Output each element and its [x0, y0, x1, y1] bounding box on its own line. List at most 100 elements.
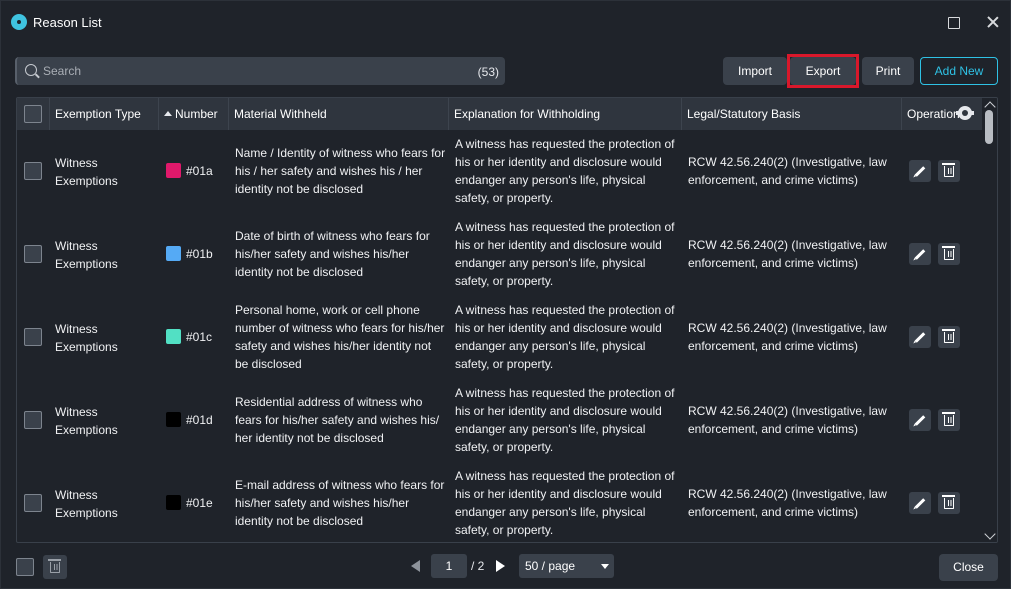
- row-checkbox[interactable]: [24, 162, 42, 180]
- add-new-button[interactable]: Add New: [920, 57, 998, 85]
- header-operation-label: Operation: [907, 107, 960, 121]
- vertical-scrollbar[interactable]: [982, 98, 997, 542]
- color-swatch: [166, 495, 181, 510]
- material-withheld-cell: Residential address of witness who fears…: [235, 395, 440, 445]
- table-row[interactable]: Witness Exemptions #01e E-mail address of …: [17, 462, 982, 542]
- edit-button[interactable]: [909, 326, 931, 348]
- edit-button[interactable]: [909, 160, 931, 182]
- explanation-cell: A witness has requested the protection o…: [455, 137, 675, 205]
- select-all-checkbox[interactable]: [24, 105, 42, 123]
- scroll-thumb[interactable]: [985, 110, 993, 144]
- material-withheld-cell: E-mail address of witness who fears for …: [235, 478, 445, 528]
- reason-table: Exemption Type Number Material Withheld …: [16, 97, 998, 543]
- number-cell: #01a: [186, 164, 213, 178]
- edit-icon: [914, 498, 926, 509]
- header-select-cell: [17, 98, 50, 130]
- bulk-delete-button[interactable]: [43, 555, 67, 579]
- number-cell: #01b: [186, 247, 213, 261]
- material-withheld-cell: Date of birth of witness who fears for h…: [235, 229, 430, 279]
- next-page-icon[interactable]: [496, 560, 505, 572]
- header-material-withheld[interactable]: Material Withheld: [229, 98, 449, 130]
- edit-button[interactable]: [909, 492, 931, 514]
- table-row[interactable]: Witness Exemptions #01a Name / Identity of…: [17, 130, 982, 213]
- delete-button[interactable]: [938, 326, 960, 348]
- header-exemption-type[interactable]: Exemption Type: [50, 98, 159, 130]
- material-withheld-cell: Personal home, work or cell phone number…: [235, 303, 445, 371]
- table-header: Exemption Type Number Material Withheld …: [17, 98, 982, 130]
- trash-icon: [942, 163, 955, 177]
- edit-icon: [914, 332, 926, 343]
- exemption-type-cell: Witness Exemptions: [55, 156, 118, 188]
- scroll-down-icon[interactable]: [984, 528, 996, 540]
- search-input[interactable]: [43, 57, 463, 85]
- legal-basis-cell: RCW 42.56.240(2) (Investigative, law enf…: [688, 155, 887, 187]
- app-logo-icon: [11, 14, 27, 30]
- reason-list-window: Reason List (53) Import Export Print Add…: [0, 0, 1011, 589]
- header-exemption-type-label: Exemption Type: [55, 107, 141, 121]
- sort-up-icon: [164, 111, 172, 116]
- trash-icon: [942, 329, 955, 343]
- page-size-value: 50 / page: [525, 559, 576, 573]
- legal-basis-cell: RCW 42.56.240(2) (Investigative, law enf…: [688, 321, 887, 353]
- header-number[interactable]: Number: [159, 98, 229, 130]
- page-size-select[interactable]: 50 / page: [519, 554, 614, 578]
- delete-button[interactable]: [938, 243, 960, 265]
- explanation-cell: A witness has requested the protection o…: [455, 469, 675, 537]
- exemption-type-cell: Witness Exemptions: [55, 488, 118, 520]
- table-row[interactable]: Witness Exemptions #01d Residential addres…: [17, 379, 982, 462]
- header-legal-basis[interactable]: Legal/Statutory Basis: [682, 98, 902, 130]
- edit-button[interactable]: [909, 243, 931, 265]
- explanation-cell: A witness has requested the protection o…: [455, 386, 675, 454]
- edit-icon: [914, 249, 926, 260]
- delete-button[interactable]: [938, 160, 960, 182]
- legal-basis-cell: RCW 42.56.240(2) (Investigative, law enf…: [688, 238, 887, 270]
- prev-page-icon[interactable]: [411, 560, 420, 572]
- header-number-label: Number: [175, 107, 218, 121]
- number-cell: #01d: [186, 413, 213, 427]
- close-icon[interactable]: [984, 13, 1002, 31]
- trash-icon: [942, 412, 955, 426]
- table-row[interactable]: Witness Exemptions #01b Date of birth of w…: [17, 213, 982, 296]
- number-cell: #01c: [186, 330, 213, 344]
- delete-button[interactable]: [938, 492, 960, 514]
- import-button[interactable]: Import: [723, 57, 787, 85]
- edit-icon: [914, 415, 926, 426]
- table-row[interactable]: Witness Exemptions #01c Personal home, wor…: [17, 296, 982, 379]
- color-swatch: [166, 329, 181, 344]
- color-swatch: [166, 163, 181, 178]
- header-explanation[interactable]: Explanation for Withholding: [449, 98, 682, 130]
- search-icon: [25, 64, 37, 76]
- row-checkbox[interactable]: [24, 328, 42, 346]
- header-legal-label: Legal/Statutory Basis: [687, 107, 801, 121]
- maximize-icon[interactable]: [944, 13, 962, 31]
- row-checkbox[interactable]: [24, 411, 42, 429]
- legal-basis-cell: RCW 42.56.240(2) (Investigative, law enf…: [688, 404, 887, 436]
- trash-icon: [942, 495, 955, 509]
- footer-select-checkbox[interactable]: [16, 558, 34, 576]
- row-checkbox[interactable]: [24, 494, 42, 512]
- exemption-type-cell: Witness Exemptions: [55, 405, 118, 437]
- row-checkbox[interactable]: [24, 245, 42, 263]
- explanation-cell: A witness has requested the protection o…: [455, 303, 675, 371]
- gear-icon[interactable]: [956, 106, 974, 120]
- exemption-type-cell: Witness Exemptions: [55, 239, 118, 271]
- title-bar: Reason List: [1, 1, 1011, 43]
- legal-basis-cell: RCW 42.56.240(2) (Investigative, law enf…: [688, 487, 887, 519]
- color-swatch: [166, 412, 181, 427]
- number-cell: #01e: [186, 496, 213, 510]
- delete-button[interactable]: [938, 409, 960, 431]
- close-button[interactable]: Close: [939, 554, 998, 581]
- edit-icon: [914, 166, 926, 177]
- header-explanation-label: Explanation for Withholding: [454, 107, 601, 121]
- edit-button[interactable]: [909, 409, 931, 431]
- search-box: (53): [15, 57, 505, 85]
- page-number-input[interactable]: [431, 554, 467, 578]
- header-material-label: Material Withheld: [234, 107, 327, 121]
- page-total: / 2: [471, 559, 485, 573]
- print-button[interactable]: Print: [862, 57, 914, 85]
- export-highlight-box: [787, 54, 859, 88]
- trash-icon: [48, 559, 61, 573]
- exemption-type-cell: Witness Exemptions: [55, 322, 118, 354]
- explanation-cell: A witness has requested the protection o…: [455, 220, 675, 288]
- trash-icon: [942, 246, 955, 260]
